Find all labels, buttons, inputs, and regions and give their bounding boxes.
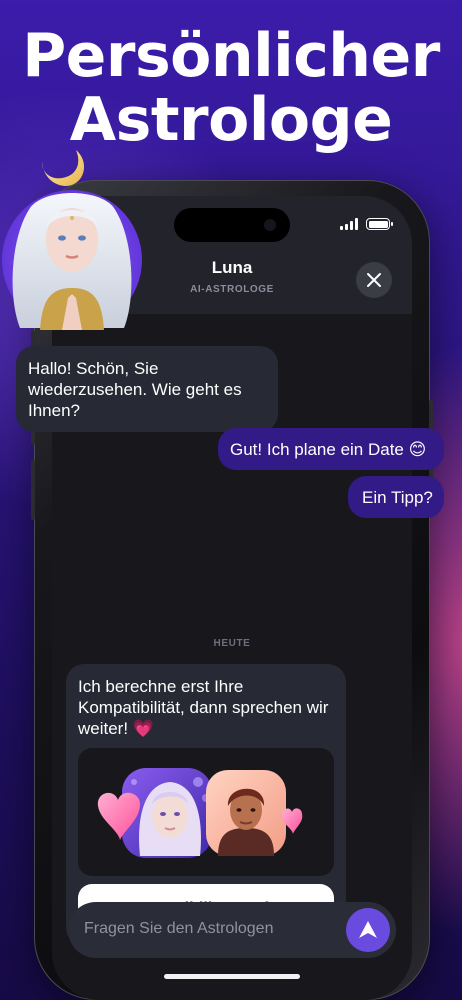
signal-icon: [340, 218, 358, 230]
dynamic-island: [174, 208, 290, 242]
moon-icon: [42, 150, 85, 186]
headline-line-2: Astrologe: [69, 85, 393, 155]
close-icon: [367, 273, 381, 287]
headline-line-1: Persönlicher: [22, 21, 440, 91]
close-button[interactable]: [356, 262, 392, 298]
compatibility-preview: [78, 748, 334, 876]
volume-down-button: [31, 460, 35, 520]
send-icon: [359, 921, 377, 938]
outgoing-message: Ein Tipp?: [348, 476, 444, 518]
battery-icon: [366, 218, 393, 230]
status-bar: [340, 218, 393, 230]
incoming-message: Hallo! Schön, Sie wiederzusehen. Wie geh…: [16, 346, 278, 432]
bot-message-text: Ich berechne erst Ihre Kompatibilität, d…: [78, 677, 329, 738]
message-input-bar[interactable]: Fragen Sie den Astrologen: [68, 902, 396, 958]
message-input[interactable]: Fragen Sie den Astrologen: [84, 920, 273, 938]
home-indicator: [164, 974, 300, 979]
male-portrait: [206, 770, 286, 856]
astrologer-avatar: [0, 148, 145, 338]
send-button[interactable]: [346, 908, 390, 952]
outgoing-message: Gut! Ich plane ein Date 😊: [218, 428, 444, 470]
headline: Persönlicher Astrologe: [0, 24, 462, 152]
day-separator: HEUTE: [213, 638, 251, 649]
